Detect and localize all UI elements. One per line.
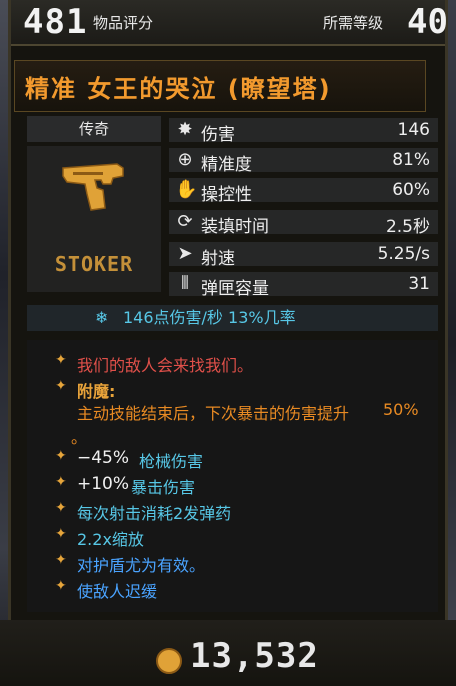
item-notes: ✦ 我们的敌人会来找我们。 ✦ 附魔: 主动技能结束后，下次暴击的伤害提升 50… <box>27 340 438 612</box>
bullet-icon: ✦ <box>55 474 67 490</box>
stat-row-magazine: ⦀ 弹匣容量 31 <box>169 272 438 299</box>
accuracy-icon: ⊕ <box>177 149 193 170</box>
bullet-icon: ✦ <box>55 578 67 594</box>
stat-row-damage: ✸ 伤害 146 <box>169 118 438 145</box>
stat-value: 81% <box>392 150 430 170</box>
required-level-label: 所需等级 <box>323 14 384 32</box>
stat-name: 弹匣容量 <box>201 279 269 299</box>
enchant-value: 50% <box>383 400 419 419</box>
stat-row-reload: ⟳ 装填时间 2.5秒 <box>169 210 438 237</box>
manufacturer-logo: STOKER <box>54 252 134 276</box>
pistol-icon <box>62 163 124 211</box>
stat-value: 31 <box>408 274 430 294</box>
coin-icon <box>156 648 182 674</box>
weapon-image-box: STOKER <box>27 146 161 292</box>
stat-name: 精准度 <box>201 155 252 175</box>
bullet-icon: ✦ <box>55 448 67 464</box>
bullet-icon: ✦ <box>55 352 67 368</box>
stat-row-handling: ✋ 操控性 60% <box>169 178 438 205</box>
item-title: 精准 女王的哭泣 (瞭望塔) <box>25 75 332 103</box>
stat-name: 伤害 <box>201 125 235 145</box>
stat-row-fire-rate: ➤ 射速 5.25/s <box>169 242 438 269</box>
bullet-icon: ✦ <box>55 500 67 516</box>
dps-row: ❄ 146点伤害/秒 13%几率 <box>27 305 438 331</box>
cryo-icon: ❄ <box>95 308 109 327</box>
stat-value: 146 <box>397 120 430 140</box>
required-level: 40 <box>407 2 448 42</box>
card-header: 481 物品评分 所需等级 40 <box>11 0 448 46</box>
reload-icon: ⟳ <box>177 211 193 232</box>
dps-text: 146点伤害/秒 13%几率 <box>123 308 296 327</box>
bullet-icon: ✦ <box>55 552 67 568</box>
item-price: 13,532 <box>190 636 319 676</box>
item-score: 481 <box>23 2 88 42</box>
rarity-label: 传奇 <box>27 116 161 142</box>
bullet-icon: ✦ <box>55 526 67 542</box>
stat-value: 2.5秒 <box>385 217 430 237</box>
stat-name: 射速 <box>201 249 235 269</box>
damage-icon: ✸ <box>177 119 193 140</box>
item-score-label: 物品评分 <box>93 14 154 32</box>
bullet-icon: ✦ <box>55 378 67 394</box>
stat-name: 装填时间 <box>201 217 269 237</box>
magazine-icon: ⦀ <box>181 273 189 294</box>
fire-rate-icon: ➤ <box>177 243 193 264</box>
stat-name: 操控性 <box>201 185 252 205</box>
stat-row-accuracy: ⊕ 精准度 81% <box>169 148 438 175</box>
handling-icon: ✋ <box>175 179 198 200</box>
title-bar: 精准 女王的哭泣 (瞭望塔) <box>14 60 426 112</box>
stat-value: 60% <box>392 180 430 200</box>
stat-value: 5.25/s <box>377 244 430 264</box>
